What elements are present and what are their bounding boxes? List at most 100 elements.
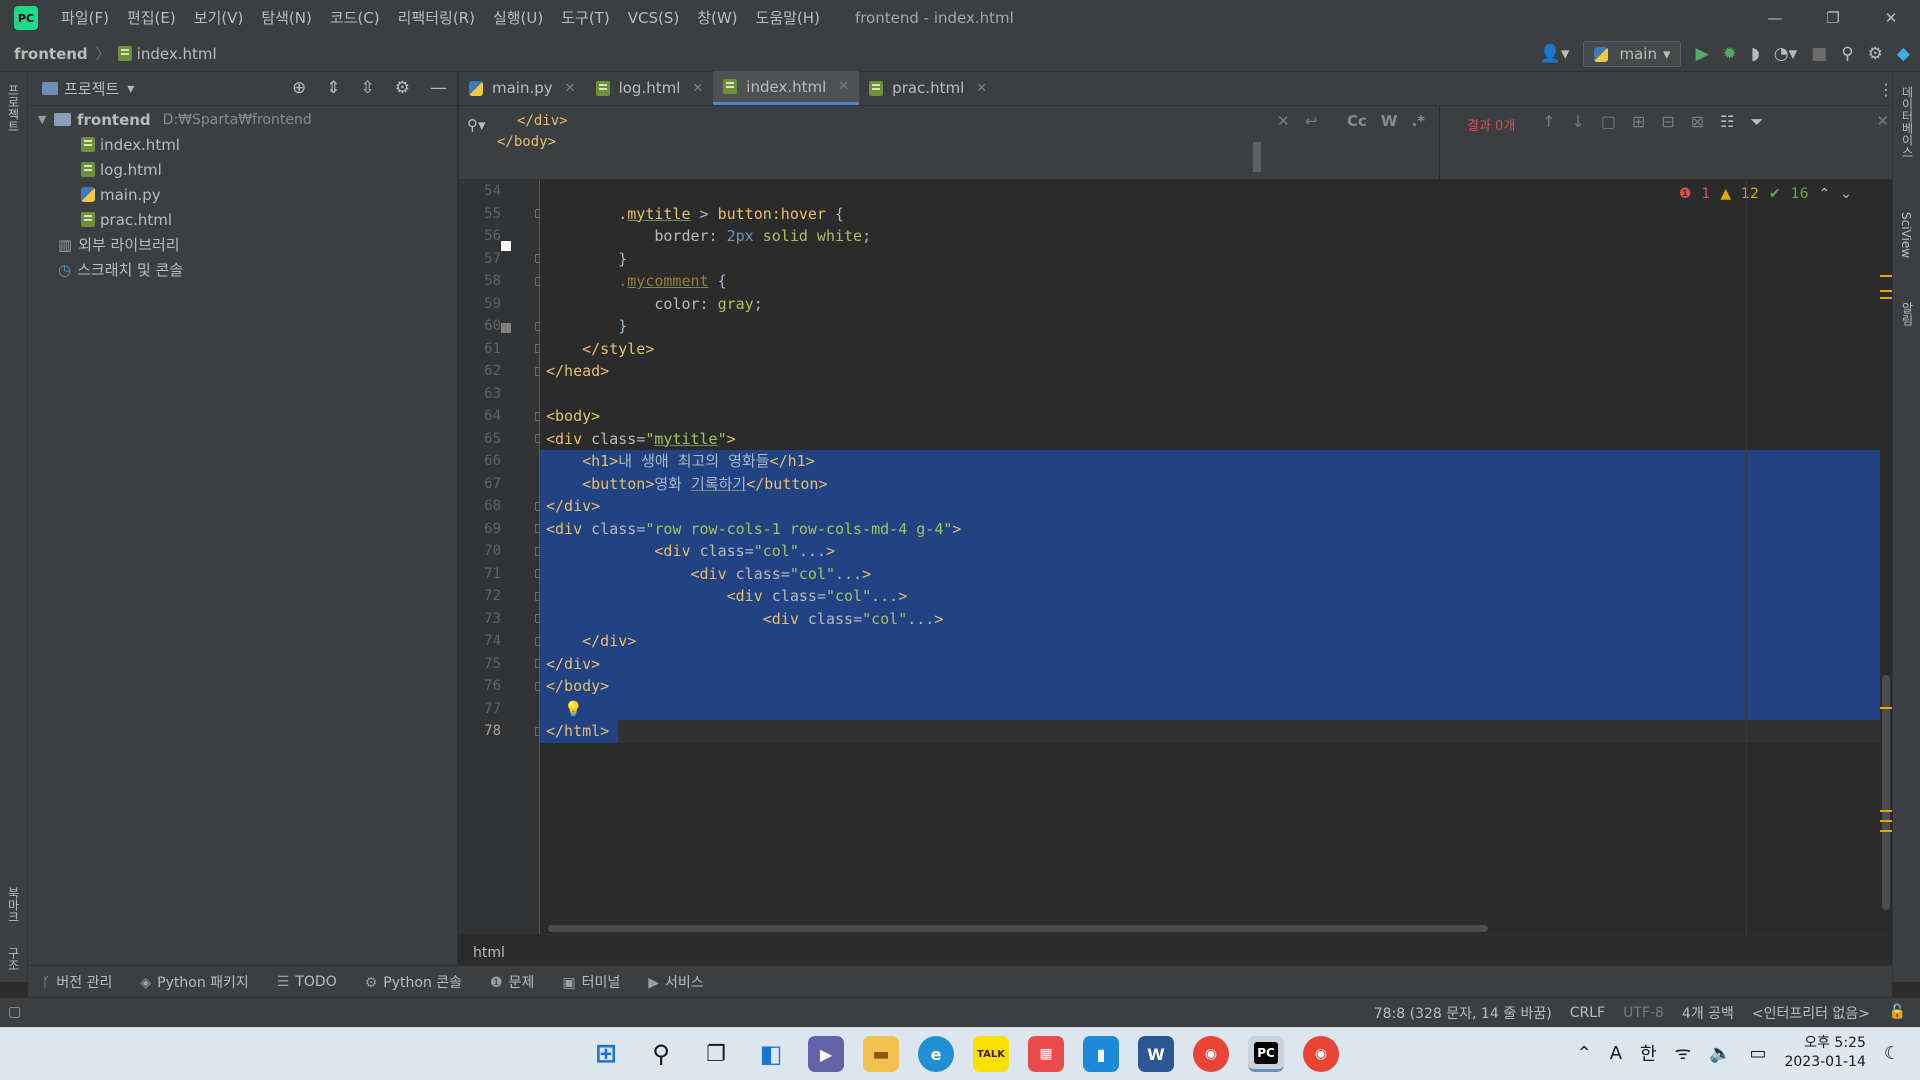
- close-tab-icon[interactable]: ✕: [565, 81, 576, 96]
- menu-help[interactable]: 도움말(H): [747, 0, 829, 36]
- stop-icon[interactable]: ■: [1811, 44, 1827, 64]
- chrome-icon[interactable]: ◉: [1193, 1036, 1229, 1072]
- tree-item-log-html[interactable]: log.html: [28, 157, 457, 182]
- tree-root-frontend[interactable]: ▼ frontend D:₩Sparta₩frontend: [28, 107, 457, 132]
- chevron-up-icon[interactable]: ⌃: [1577, 1043, 1592, 1064]
- close-window-button[interactable]: ✕: [1862, 0, 1920, 36]
- menu-navigate[interactable]: 탐색(N): [252, 0, 321, 36]
- services-tool-button[interactable]: ▶ 서비스: [648, 972, 703, 992]
- previous-occurrence-icon[interactable]: ↑: [1542, 112, 1555, 132]
- options-gear-icon[interactable]: ⚙: [395, 78, 410, 98]
- menu-code[interactable]: 코드(C): [321, 0, 389, 36]
- calendar-app-icon[interactable]: ▦: [1028, 1036, 1064, 1072]
- clear-search-icon[interactable]: ✕: [1277, 112, 1290, 130]
- lightbulb-icon[interactable]: 💡: [564, 700, 583, 718]
- filter-icon[interactable]: ⏷: [1751, 112, 1764, 132]
- menu-run[interactable]: 실행(U): [484, 0, 552, 36]
- select-all-matches-icon[interactable]: ⊠: [1691, 112, 1704, 132]
- new-line-icon[interactable]: ↩: [1305, 112, 1318, 130]
- vcs-tool-button[interactable]: ᚴ 버전 관리: [42, 972, 112, 992]
- collapse-all-icon[interactable]: ⇳: [361, 78, 375, 98]
- task-view-icon[interactable]: ❐: [698, 1036, 734, 1072]
- pycharm-logo[interactable]: PC: [14, 6, 38, 30]
- notes-app-icon[interactable]: ▮: [1083, 1036, 1119, 1072]
- close-tab-icon[interactable]: ✕: [692, 81, 703, 96]
- battery-icon[interactable]: ▭: [1749, 1043, 1766, 1064]
- project-panel-title[interactable]: 프로젝트: [64, 78, 119, 99]
- coverage-icon[interactable]: ◗: [1751, 44, 1760, 64]
- add-selection-icon[interactable]: ⊞: [1632, 112, 1645, 132]
- warning-stripe-marker[interactable]: [1880, 830, 1892, 832]
- breadcrumb-project[interactable]: frontend: [0, 45, 88, 63]
- file-explorer-icon[interactable]: ▬: [863, 1036, 899, 1072]
- restore-button[interactable]: ❐: [1804, 0, 1862, 36]
- close-tab-icon[interactable]: ✕: [976, 81, 987, 96]
- chrome-profile-icon[interactable]: ◉: [1303, 1036, 1339, 1072]
- tree-item-prac-html[interactable]: prac.html: [28, 207, 457, 232]
- kakaotalk-icon[interactable]: TALK: [973, 1036, 1009, 1072]
- breadcrumb-file[interactable]: index.html: [137, 45, 217, 63]
- interpreter-status[interactable]: <인터프리터 없음>: [1752, 1003, 1870, 1023]
- pycharm-taskbar-icon[interactable]: PC: [1248, 1036, 1284, 1072]
- widgets-icon[interactable]: ◧: [753, 1036, 789, 1072]
- breadcrumb-html[interactable]: html: [473, 945, 505, 961]
- terminal-tool-button[interactable]: ▣ 터미널: [562, 972, 620, 992]
- warning-stripe-marker[interactable]: [1880, 297, 1892, 299]
- remove-selection-icon[interactable]: ⊟: [1661, 112, 1674, 132]
- vertical-scrollbar[interactable]: [1880, 180, 1892, 934]
- match-case-toggle[interactable]: Cc: [1347, 112, 1367, 130]
- color-swatch-icon[interactable]: [501, 323, 511, 333]
- search-icon[interactable]: ⚲▾: [467, 116, 486, 134]
- volume-icon[interactable]: 🔈: [1709, 1043, 1731, 1064]
- toggle-tool-windows-icon[interactable]: ▢: [8, 1004, 21, 1020]
- horizontal-scrollbar[interactable]: [548, 925, 1488, 932]
- search-icon[interactable]: ⚲: [1841, 44, 1853, 64]
- word-icon[interactable]: W: [1138, 1036, 1174, 1072]
- python-console-tool-button[interactable]: ⚙ Python 콘솔: [365, 972, 462, 992]
- line-number-gutter[interactable]: 54 55 56 57 58 59 60 61 62 63 64 65 66 6…: [459, 180, 544, 934]
- user-profile-icon[interactable]: 👤▾: [1540, 44, 1570, 64]
- chevron-down-icon[interactable]: ▼: [38, 113, 54, 126]
- tree-item-scratches[interactable]: ◷ 스크래치 및 콘솔: [28, 257, 457, 282]
- jetbrains-toolbox-icon[interactable]: ◆: [1897, 44, 1910, 64]
- chevron-down-icon[interactable]: ⌄: [1840, 186, 1852, 202]
- settings-gear-icon[interactable]: ⚙: [1868, 44, 1883, 64]
- database-tool-tab[interactable]: 데이터베이스: [1899, 86, 1916, 158]
- focus-moon-icon[interactable]: ☾: [1884, 1043, 1900, 1064]
- warning-stripe-marker[interactable]: [1880, 275, 1892, 277]
- warning-stripe-marker[interactable]: [1880, 820, 1892, 822]
- chat-icon[interactable]: ▶: [808, 1036, 844, 1072]
- caret-position[interactable]: 78:8 (328 문자, 14 줄 바꿈): [1374, 1003, 1552, 1023]
- search-field-scrollbar[interactable]: [1253, 142, 1261, 172]
- search-query-line-2[interactable]: </body>: [497, 134, 556, 150]
- indent-setting[interactable]: 4개 공백: [1682, 1003, 1734, 1023]
- tab-index-html[interactable]: index.html ✕: [713, 71, 860, 105]
- python-packages-tool-button[interactable]: ◈ Python 패키지: [140, 972, 248, 992]
- hide-panel-icon[interactable]: —: [430, 78, 447, 98]
- menu-file[interactable]: 파일(F): [52, 0, 118, 36]
- menu-tools[interactable]: 도구(T): [552, 0, 618, 36]
- sciview-tool-tab[interactable]: SciView: [1899, 212, 1913, 258]
- minimize-button[interactable]: —: [1746, 0, 1804, 36]
- close-tab-icon[interactable]: ✕: [838, 79, 849, 94]
- close-find-bar-icon[interactable]: ✕: [1876, 112, 1889, 130]
- inspection-widget[interactable]: ❶ 1 ▲ 12 ✔ 16 ⌃ ⌄: [1679, 186, 1852, 202]
- debug-icon[interactable]: ✹: [1723, 44, 1737, 64]
- ime-language[interactable]: 한: [1640, 1040, 1657, 1066]
- search-icon[interactable]: ⚲: [643, 1036, 679, 1072]
- profile-icon[interactable]: ◔▾: [1774, 44, 1797, 64]
- scrollbar-thumb[interactable]: [1882, 675, 1890, 910]
- wifi-icon[interactable]: ᯤ: [1675, 1041, 1691, 1065]
- run-configuration-select[interactable]: main ▾: [1583, 41, 1682, 67]
- ime-mode-a[interactable]: A: [1610, 1043, 1622, 1064]
- run-icon[interactable]: ▶: [1695, 44, 1708, 64]
- editor-breadcrumb[interactable]: html: [459, 934, 1892, 964]
- menu-edit[interactable]: 편집(E): [118, 0, 185, 36]
- edge-browser-icon[interactable]: e: [918, 1036, 954, 1072]
- menu-view[interactable]: 보기(V): [185, 0, 253, 36]
- select-all-occurrences-icon[interactable]: ▢: [1601, 112, 1616, 132]
- tab-main-py[interactable]: main.py ✕: [459, 71, 586, 105]
- locate-file-icon[interactable]: ⊕: [292, 78, 306, 98]
- structure-tool-tab[interactable]: 구조: [5, 947, 22, 971]
- next-occurrence-icon[interactable]: ↓: [1571, 112, 1584, 132]
